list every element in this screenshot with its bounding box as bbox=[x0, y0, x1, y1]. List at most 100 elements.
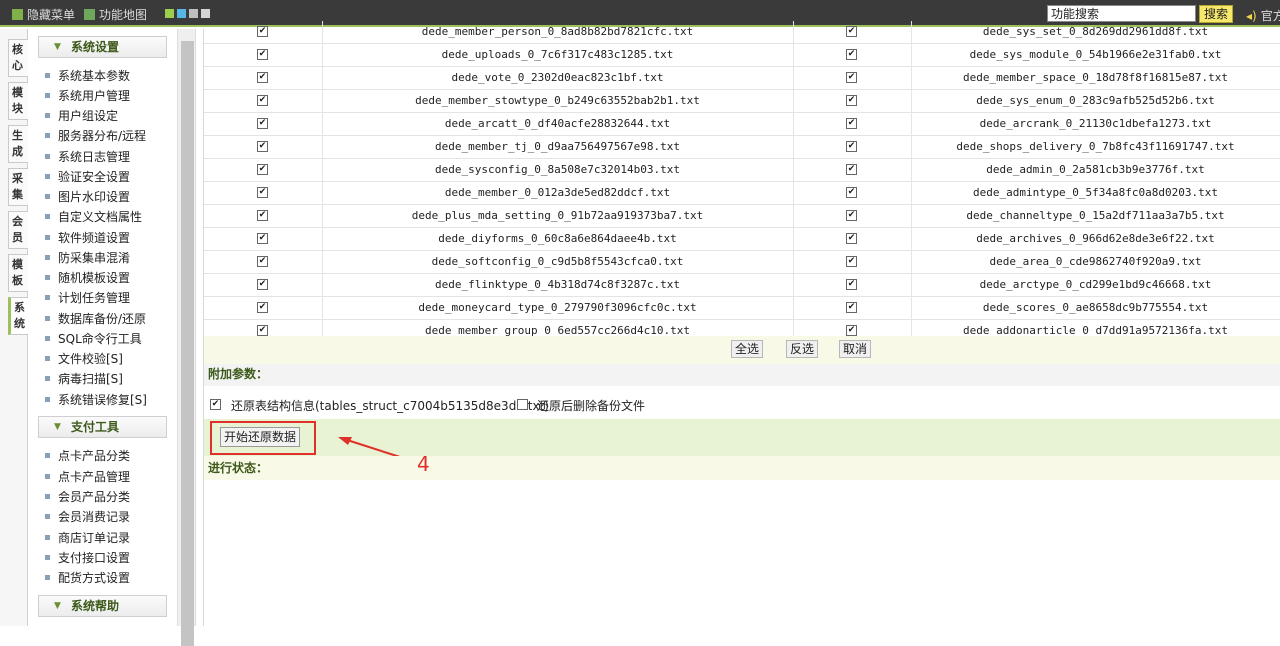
skin-gray-icon[interactable] bbox=[189, 9, 198, 18]
sidebar-item[interactable]: 病毒扫描[S] bbox=[45, 370, 123, 387]
file-name-right: dede_admintype_0_5f34a8fc0a8d0203.txt bbox=[972, 186, 1219, 199]
row-checkbox-right[interactable]: ✔ bbox=[846, 302, 857, 313]
sidebar-item[interactable]: 会员消费记录 bbox=[45, 508, 130, 525]
row-checkbox-right[interactable]: ✔ bbox=[846, 141, 857, 152]
sidebar-item-label: 用户组设定 bbox=[58, 109, 119, 123]
sidebar-item-label: 支付接口设置 bbox=[58, 551, 131, 565]
tab-collect[interactable]: 采 集 bbox=[8, 168, 28, 206]
restore-struct-checkbox[interactable]: ✔ bbox=[210, 399, 221, 410]
sidebar-scrollbar[interactable] bbox=[177, 29, 196, 646]
row-checkbox-left[interactable]: ✔ bbox=[257, 256, 268, 267]
sidebar-item[interactable]: SQL命令行工具 bbox=[45, 330, 142, 347]
row-checkbox-right[interactable]: ✔ bbox=[846, 118, 857, 129]
sidebar-item[interactable]: 系统用户管理 bbox=[45, 87, 130, 104]
sidebar-item[interactable]: 计划任务管理 bbox=[45, 289, 130, 306]
hide-menu-label: 隐藏菜单 bbox=[27, 8, 76, 22]
start-restore-row: 开始还原数据 bbox=[204, 419, 1280, 458]
row-checkbox-left[interactable]: ✔ bbox=[257, 325, 268, 336]
delete-after-label: 还原后删除备份文件 bbox=[537, 399, 646, 413]
file-name-right: dede_sys_set_0_8d269dd2961dd8f.txt bbox=[982, 25, 1209, 38]
hide-menu-icon bbox=[12, 9, 23, 20]
tab-generate[interactable]: 生 成 bbox=[8, 125, 28, 163]
sidebar-item-label: 系统错误修复[S] bbox=[58, 393, 147, 407]
divider bbox=[793, 159, 794, 182]
invert-selection-button[interactable]: 反选 bbox=[786, 340, 818, 358]
divider bbox=[793, 205, 794, 228]
section-payment-tools[interactable]: ▼ 支付工具 bbox=[38, 416, 167, 438]
row-checkbox-left[interactable]: ✔ bbox=[257, 95, 268, 106]
sidebar-item[interactable]: 配货方式设置 bbox=[45, 569, 130, 586]
row-checkbox-right[interactable]: ✔ bbox=[846, 95, 857, 106]
progress-status-title: 进行状态： bbox=[204, 456, 1280, 480]
sidebar-menu: ▼ 系统设置 系统基本参数 系统用户管理 用户组设定 服务器分布/远程 系统日志… bbox=[29, 29, 175, 626]
tab-module-label: 模 块 bbox=[12, 86, 23, 115]
section-system-settings[interactable]: ▼ 系统设置 bbox=[38, 36, 167, 58]
skin-green-icon[interactable] bbox=[165, 9, 174, 18]
sidebar-item-label: 点卡产品分类 bbox=[58, 449, 131, 463]
table-row: ✔ dede_arcatt_0_df40acfe28832644.txt ✔ dede… bbox=[204, 113, 1280, 136]
row-checkbox-left[interactable]: ✔ bbox=[257, 26, 268, 37]
sidebar-item[interactable]: 点卡产品分类 bbox=[45, 447, 130, 464]
sidebar-item[interactable]: 文件校验[S] bbox=[45, 350, 123, 367]
sidebar-item-label: 商店订单记录 bbox=[58, 531, 131, 545]
skin-light-icon[interactable] bbox=[201, 9, 210, 18]
row-checkbox-left[interactable]: ✔ bbox=[257, 302, 268, 313]
select-all-button[interactable]: 全选 bbox=[731, 340, 763, 358]
sidebar-item[interactable]: 服务器分布/远程 bbox=[45, 127, 146, 144]
tab-core-label: 核 心 bbox=[12, 43, 23, 72]
row-checkbox-right[interactable]: ✔ bbox=[846, 187, 857, 198]
row-checkbox-left[interactable]: ✔ bbox=[257, 72, 268, 83]
sidebar-item-db-backup[interactable]: 数据库备份/还原 bbox=[45, 310, 146, 327]
sidebar-item-label: 会员产品分类 bbox=[58, 490, 131, 504]
sidebar-item[interactable]: 系统基本参数 bbox=[45, 67, 130, 84]
row-checkbox-left[interactable]: ✔ bbox=[257, 118, 268, 129]
sidebar-item[interactable]: 验证安全设置 bbox=[45, 168, 130, 185]
sidebar-item[interactable]: 自定义文档属性 bbox=[45, 208, 142, 225]
sidebar-item[interactable]: 会员产品分类 bbox=[45, 488, 130, 505]
row-checkbox-right[interactable]: ✔ bbox=[846, 233, 857, 244]
tab-module[interactable]: 模 块 bbox=[8, 82, 28, 120]
row-checkbox-right[interactable]: ✔ bbox=[846, 279, 857, 290]
row-checkbox-right[interactable]: ✔ bbox=[846, 325, 857, 336]
tab-member[interactable]: 会 员 bbox=[8, 211, 28, 249]
sidebar-item[interactable]: 随机模板设置 bbox=[45, 269, 130, 286]
tab-system[interactable]: 系 统 bbox=[8, 297, 28, 335]
skin-blue-icon[interactable] bbox=[177, 9, 186, 18]
row-checkbox-left[interactable]: ✔ bbox=[257, 187, 268, 198]
sidebar-item[interactable]: 软件频道设置 bbox=[45, 229, 130, 246]
scrollbar-thumb[interactable] bbox=[181, 41, 194, 646]
row-checkbox-left[interactable]: ✔ bbox=[257, 141, 268, 152]
section-system-help[interactable]: ▼ 系统帮助 bbox=[38, 595, 167, 617]
row-checkbox-right[interactable]: ✔ bbox=[846, 72, 857, 83]
tab-template[interactable]: 模 板 bbox=[8, 254, 28, 292]
row-checkbox-right[interactable]: ✔ bbox=[846, 49, 857, 60]
sidebar-item[interactable]: 系统错误修复[S] bbox=[45, 391, 147, 408]
sidebar-item-label: 验证安全设置 bbox=[58, 170, 131, 184]
restore-options: ✔ 还原表结构信息(tables_struct_c7004b5135d8e3d1… bbox=[204, 391, 1280, 419]
site-map-link[interactable]: 功能地图 bbox=[84, 6, 147, 23]
search-input[interactable] bbox=[1047, 5, 1196, 22]
bullet-icon bbox=[45, 474, 50, 479]
row-checkbox-left[interactable]: ✔ bbox=[257, 233, 268, 244]
row-checkbox-right[interactable]: ✔ bbox=[846, 26, 857, 37]
row-checkbox-right[interactable]: ✔ bbox=[846, 164, 857, 175]
sidebar-item[interactable]: 点卡产品管理 bbox=[45, 468, 130, 485]
sidebar-item[interactable]: 防采集串混淆 bbox=[45, 249, 130, 266]
row-checkbox-left[interactable]: ✔ bbox=[257, 164, 268, 175]
module-tabs: 核 心 模 块 生 成 采 集 会 员 模 板 系 统 bbox=[0, 29, 28, 626]
cancel-selection-button[interactable]: 取消 bbox=[839, 340, 871, 358]
row-checkbox-right[interactable]: ✔ bbox=[846, 256, 857, 267]
row-checkbox-left[interactable]: ✔ bbox=[257, 279, 268, 290]
row-checkbox-left[interactable]: ✔ bbox=[257, 49, 268, 60]
delete-after-checkbox[interactable] bbox=[517, 399, 528, 410]
row-checkbox-right[interactable]: ✔ bbox=[846, 210, 857, 221]
sidebar-item[interactable]: 系统日志管理 bbox=[45, 148, 130, 165]
sidebar-item-label: 配货方式设置 bbox=[58, 571, 131, 585]
tab-core[interactable]: 核 心 bbox=[8, 39, 28, 77]
sidebar-item[interactable]: 用户组设定 bbox=[45, 107, 118, 124]
row-checkbox-left[interactable]: ✔ bbox=[257, 210, 268, 221]
sidebar-item[interactable]: 商店订单记录 bbox=[45, 529, 130, 546]
sidebar-item[interactable]: 支付接口设置 bbox=[45, 549, 130, 566]
sidebar-item[interactable]: 图片水印设置 bbox=[45, 188, 130, 205]
hide-menu-link[interactable]: 隐藏菜单 bbox=[12, 6, 75, 23]
